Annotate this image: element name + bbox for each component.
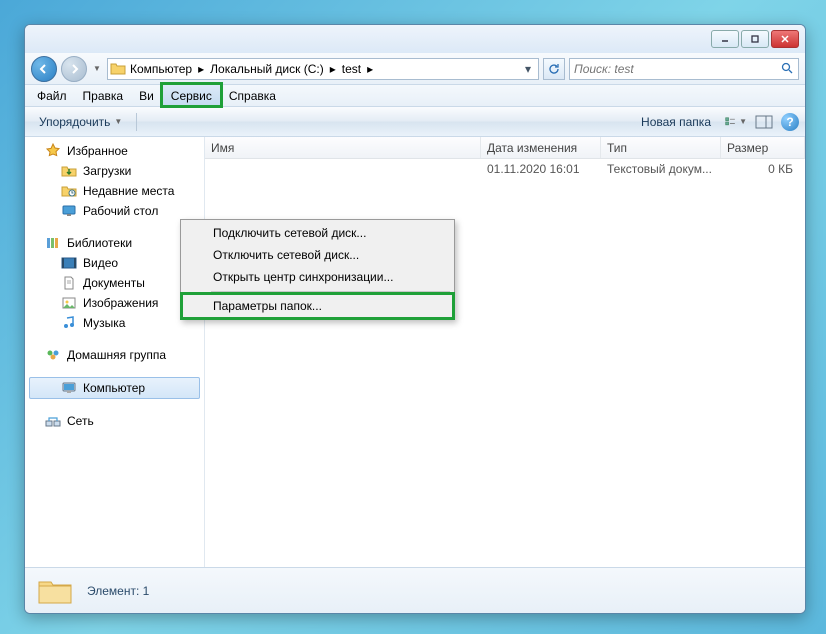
star-icon (45, 143, 61, 159)
organize-button[interactable]: Упорядочить ▼ (31, 112, 130, 132)
menu-map-drive[interactable]: Подключить сетевой диск... (183, 222, 452, 244)
sidebar-documents[interactable]: Документы (25, 273, 204, 293)
separator (136, 113, 137, 131)
video-icon (61, 255, 77, 271)
menu-help[interactable]: Справка (221, 85, 284, 106)
command-bar: Упорядочить ▼ Новая папка ▼ ? (25, 107, 805, 137)
favorites-group[interactable]: Избранное (25, 141, 204, 161)
column-date[interactable]: Дата изменения (481, 137, 601, 158)
sidebar-videos[interactable]: Видео (25, 253, 204, 273)
file-row[interactable]: 01.11.2020 16:01 Текстовый докум... 0 КБ (205, 159, 805, 179)
sidebar-recent[interactable]: Недавние места (25, 181, 204, 201)
sidebar-downloads[interactable]: Загрузки (25, 161, 204, 181)
chevron-right-icon[interactable]: ▸ (196, 62, 206, 76)
close-button[interactable] (771, 30, 799, 48)
back-button[interactable] (31, 56, 57, 82)
column-name[interactable]: Имя (205, 137, 481, 158)
chevron-right-icon[interactable]: ▸ (365, 62, 375, 76)
explorer-window: ▼ Компьютер ▸ Локальный диск (C:) ▸ test… (24, 24, 806, 614)
address-bar[interactable]: Компьютер ▸ Локальный диск (C:) ▸ test ▸… (107, 58, 539, 80)
file-list: Имя Дата изменения Тип Размер 01.11.2020… (205, 137, 805, 567)
file-date-cell: 01.11.2020 16:01 (481, 162, 601, 176)
menu-bar: Файл Правка Ви Сервис Справка (25, 85, 805, 107)
menu-file[interactable]: Файл (29, 85, 75, 106)
menu-disconnect-drive[interactable]: Отключить сетевой диск... (183, 244, 452, 266)
menu-sync-center[interactable]: Открыть центр синхронизации... (183, 266, 452, 288)
navigation-pane: Избранное Загрузки Недавние места Рабочи… (25, 137, 205, 567)
history-dropdown[interactable]: ▼ (91, 58, 103, 80)
homegroup[interactable]: Домашняя группа (25, 345, 204, 365)
folder-large-icon (37, 576, 73, 606)
desktop-icon (61, 203, 77, 219)
sidebar-network[interactable]: Сеть (25, 411, 204, 431)
sidebar-desktop[interactable]: Рабочий стол (25, 201, 204, 221)
sidebar-pictures[interactable]: Изображения (25, 293, 204, 313)
forward-button[interactable] (61, 56, 87, 82)
menu-separator (211, 291, 450, 292)
maximize-button[interactable] (741, 30, 769, 48)
computer-icon (61, 380, 77, 396)
address-dropdown[interactable]: ▾ (520, 62, 536, 76)
sidebar-computer[interactable]: Компьютер (29, 377, 200, 399)
folder-icon (110, 61, 126, 77)
search-box[interactable] (569, 58, 799, 80)
service-menu-dropdown: Подключить сетевой диск... Отключить сет… (180, 219, 455, 320)
breadcrumb[interactable]: Локальный диск (C:) (208, 62, 326, 76)
menu-service[interactable]: Сервис (162, 84, 221, 106)
column-type[interactable]: Тип (601, 137, 721, 158)
sidebar-music[interactable]: Музыка (25, 313, 204, 333)
libraries-icon (45, 235, 61, 251)
file-size-cell: 0 КБ (721, 162, 805, 176)
search-input[interactable] (574, 62, 781, 76)
music-icon (61, 315, 77, 331)
status-bar: Элемент: 1 (25, 567, 805, 613)
refresh-button[interactable] (543, 58, 565, 80)
menu-view[interactable]: Ви (131, 85, 162, 106)
preview-pane-button[interactable] (753, 113, 775, 131)
column-size[interactable]: Размер (721, 137, 805, 158)
content-area: Избранное Загрузки Недавние места Рабочи… (25, 137, 805, 567)
menu-edit[interactable]: Правка (75, 85, 132, 106)
navigation-bar: ▼ Компьютер ▸ Локальный диск (C:) ▸ test… (25, 53, 805, 85)
view-options-button[interactable]: ▼ (725, 113, 747, 131)
column-headers: Имя Дата изменения Тип Размер (205, 137, 805, 159)
chevron-right-icon[interactable]: ▸ (328, 62, 338, 76)
titlebar (25, 25, 805, 53)
breadcrumb[interactable]: test (340, 62, 363, 76)
file-type-cell: Текстовый докум... (601, 162, 721, 176)
help-button[interactable]: ? (781, 113, 799, 131)
search-icon (781, 62, 794, 75)
menu-folder-options[interactable]: Параметры папок... (183, 295, 452, 317)
recent-icon (61, 183, 77, 199)
minimize-button[interactable] (711, 30, 739, 48)
documents-icon (61, 275, 77, 291)
newfolder-button[interactable]: Новая папка (633, 112, 719, 132)
homegroup-icon (45, 347, 61, 363)
libraries-group[interactable]: Библиотеки (25, 233, 204, 253)
pictures-icon (61, 295, 77, 311)
downloads-icon (61, 163, 77, 179)
status-text: Элемент: 1 (87, 584, 149, 598)
breadcrumb[interactable]: Компьютер (128, 62, 194, 76)
network-icon (45, 413, 61, 429)
